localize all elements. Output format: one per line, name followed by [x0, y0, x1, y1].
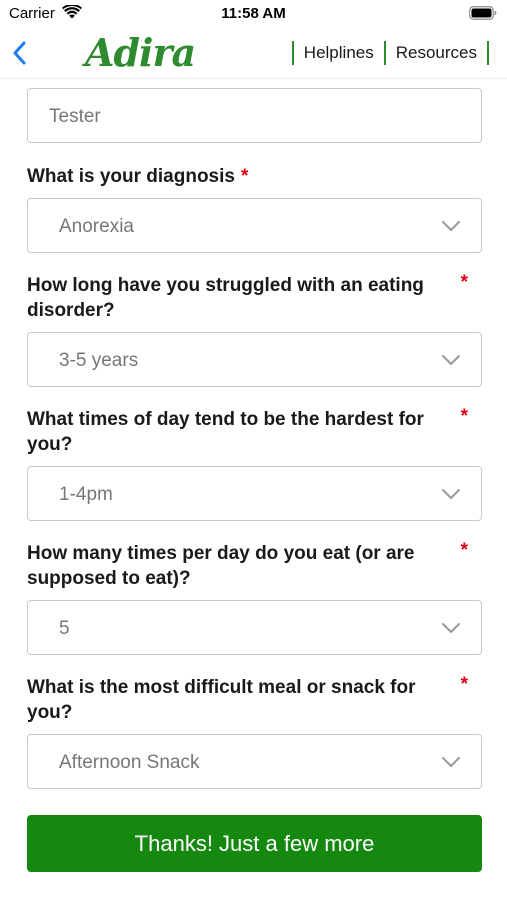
- select-value: 1-4pm: [59, 484, 113, 505]
- question-label-duration: How long have you struggled with an eati…: [27, 272, 482, 323]
- required-marker: *: [460, 674, 468, 695]
- select-value: 5: [59, 618, 70, 639]
- required-marker: *: [460, 540, 468, 561]
- duration-select[interactable]: 3-5 years: [27, 332, 482, 387]
- question-label-meals-per-day: How many times per day do you eat (or ar…: [27, 540, 482, 591]
- select-value: Afternoon Snack: [59, 752, 200, 773]
- select-value: Anorexia: [59, 216, 134, 237]
- resources-link[interactable]: Resources: [386, 43, 487, 63]
- nav-links: Helplines Resources: [291, 40, 489, 66]
- select-value: 3-5 years: [59, 350, 139, 371]
- meals-per-day-select[interactable]: 5: [27, 600, 482, 655]
- name-input[interactable]: Tester: [27, 88, 482, 143]
- question-label-difficult-meal: What is the most difficult meal or snack…: [27, 674, 482, 725]
- chevron-down-icon: [442, 757, 460, 767]
- required-marker: *: [460, 406, 468, 427]
- clock-time: 11:58 AM: [221, 5, 286, 22]
- question-text: What is your diagnosis: [27, 166, 235, 187]
- battery-icon: [469, 6, 497, 20]
- continue-button[interactable]: Thanks! Just a few more: [27, 815, 482, 872]
- status-bar: Carrier 11:58 AM: [0, 0, 507, 28]
- question-text: How many times per day do you eat (or ar…: [27, 543, 415, 589]
- question-text: What is the most difficult meal or snack…: [27, 677, 416, 723]
- nav-divider: [487, 41, 489, 65]
- question-text: What times of day tend to be the hardest…: [27, 409, 424, 455]
- diagnosis-select[interactable]: Anorexia: [27, 198, 482, 253]
- back-chevron-icon[interactable]: [6, 36, 34, 70]
- question-label-hardest-times: What times of day tend to be the hardest…: [27, 406, 482, 457]
- chevron-down-icon: [442, 221, 460, 231]
- app-logo: Adira: [85, 30, 196, 75]
- chevron-down-icon: [442, 623, 460, 633]
- required-marker: *: [240, 166, 249, 187]
- name-input-value: Tester: [49, 106, 101, 127]
- screen: Carrier 11:58 AM Adira Helplines Resourc…: [0, 0, 507, 900]
- onboarding-form: Tester What is your diagnosis * Anorexia …: [27, 88, 482, 789]
- chevron-down-icon: [442, 355, 460, 365]
- question-text: How long have you struggled with an eati…: [27, 275, 424, 321]
- question-label-diagnosis: What is your diagnosis *: [27, 164, 482, 189]
- required-marker: *: [460, 272, 468, 293]
- difficult-meal-select[interactable]: Afternoon Snack: [27, 734, 482, 789]
- helplines-link[interactable]: Helplines: [294, 43, 384, 63]
- nav-bar: Adira Helplines Resources: [0, 28, 507, 79]
- hardest-times-select[interactable]: 1-4pm: [27, 466, 482, 521]
- chevron-down-icon: [442, 489, 460, 499]
